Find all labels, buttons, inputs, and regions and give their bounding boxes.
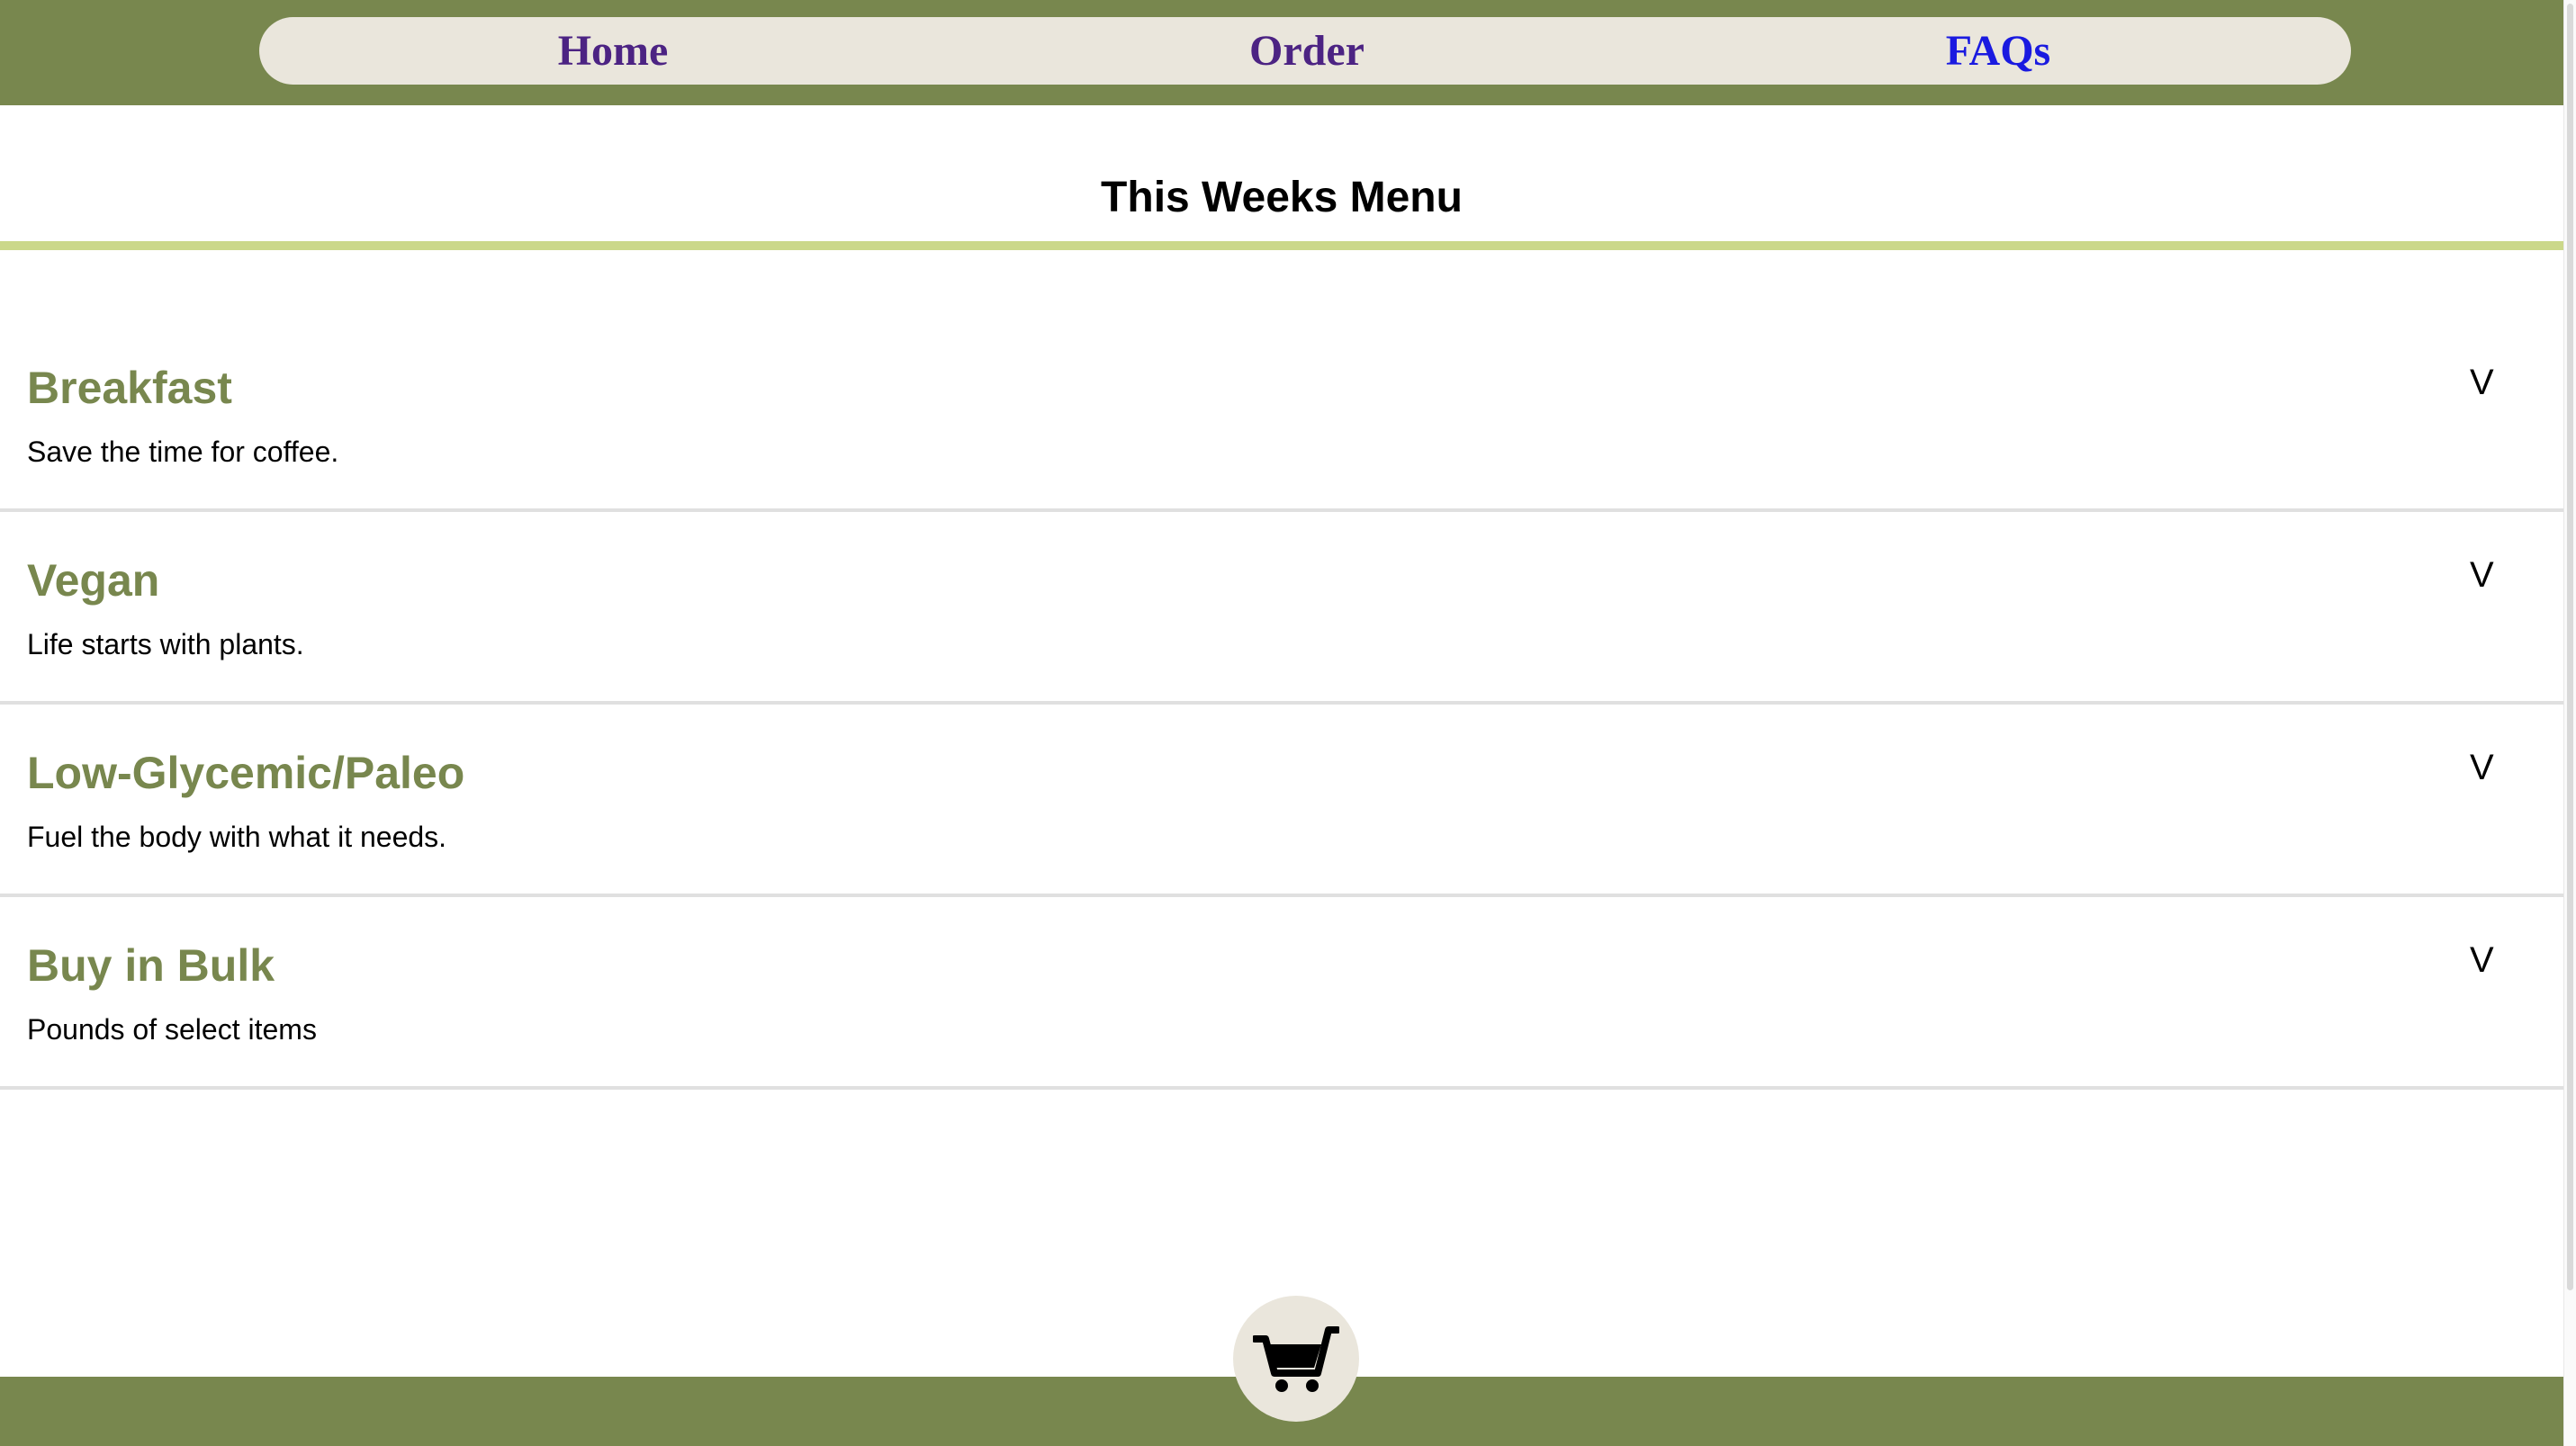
- category-title: Low-Glycemic/Paleo: [27, 748, 465, 798]
- menu-category-list: Breakfast Save the time for coffee. V Ve…: [0, 319, 2563, 1090]
- vertical-scrollbar[interactable]: [2563, 0, 2576, 1446]
- category-description: Fuel the body with what it needs.: [27, 821, 447, 853]
- menu-category-buy-in-bulk[interactable]: Buy in Bulk Pounds of select items V: [0, 897, 2563, 1090]
- expand-toggle[interactable]: V: [2470, 935, 2494, 985]
- expand-toggle[interactable]: V: [2470, 550, 2494, 600]
- category-description: Pounds of select items: [27, 1013, 317, 1046]
- menu-category-low-glycemic-paleo[interactable]: Low-Glycemic/Paleo Fuel the body with wh…: [0, 705, 2563, 897]
- expand-toggle[interactable]: V: [2470, 742, 2494, 793]
- nav-menu: Home Order FAQs: [259, 17, 2351, 85]
- title-divider: [0, 241, 2563, 250]
- top-navigation-bar: Home Order FAQs: [0, 0, 2563, 105]
- nav-link-order[interactable]: Order: [1249, 17, 1365, 85]
- page: Home Order FAQs This Weeks Menu Breakfas…: [0, 0, 2563, 1446]
- category-title: Breakfast: [27, 363, 232, 413]
- shopping-cart-icon: [1253, 1326, 1339, 1392]
- cart-button[interactable]: [1233, 1296, 1359, 1422]
- scrollbar-thumb[interactable]: [2567, 4, 2573, 1290]
- nav-link-faqs[interactable]: FAQs: [1946, 17, 2050, 85]
- nav-link-home[interactable]: Home: [558, 17, 669, 85]
- category-description: Save the time for coffee.: [27, 436, 339, 468]
- menu-category-breakfast[interactable]: Breakfast Save the time for coffee. V: [0, 319, 2563, 512]
- category-description: Life starts with plants.: [27, 628, 304, 660]
- menu-category-vegan[interactable]: Vegan Life starts with plants. V: [0, 512, 2563, 705]
- page-title: This Weeks Menu: [1101, 174, 1463, 221]
- category-title: Buy in Bulk: [27, 940, 275, 991]
- category-title: Vegan: [27, 555, 160, 606]
- expand-toggle[interactable]: V: [2470, 357, 2494, 408]
